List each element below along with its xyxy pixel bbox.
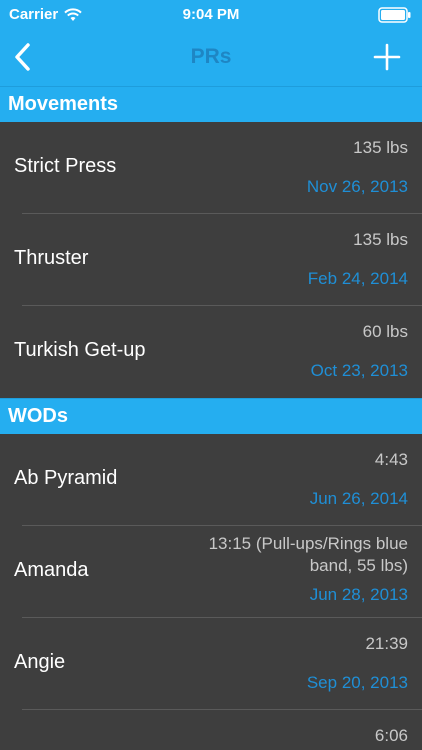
row-value: 135 lbs bbox=[353, 230, 408, 249]
row-name: Thruster bbox=[14, 247, 89, 269]
status-time: 9:04 PM bbox=[182, 6, 240, 23]
row-name: Angie bbox=[14, 651, 66, 673]
row-name: Turkish Get-up bbox=[14, 339, 146, 361]
list-item[interactable]: 6:06 bbox=[0, 710, 422, 750]
row-date: Feb 24, 2014 bbox=[307, 269, 408, 288]
nav-bar: PRs bbox=[0, 30, 422, 86]
row-name: Amanda bbox=[14, 559, 89, 581]
status-bar: Carrier 9:04 PM bbox=[0, 0, 422, 30]
list-item[interactable]: Turkish Get-up 60 lbs Oct 23, 2013 bbox=[0, 306, 422, 398]
top-bar: Carrier 9:04 PM PRs bbox=[0, 0, 422, 86]
row-date: Sep 20, 2013 bbox=[306, 673, 408, 692]
back-button[interactable] bbox=[8, 40, 42, 74]
plus-icon bbox=[370, 43, 404, 78]
list-item[interactable]: Strict Press 135 lbs Nov 26, 2013 bbox=[0, 122, 422, 214]
row-value: 60 lbs bbox=[362, 322, 408, 341]
section-header-movements: Movements bbox=[0, 86, 422, 122]
row-value: 13:15 (Pull-ups/Rings blue band, 55 lbs) bbox=[208, 534, 408, 575]
row-date: Jun 26, 2014 bbox=[309, 489, 408, 508]
page-title: PRs bbox=[190, 45, 232, 68]
row-name: Strict Press bbox=[14, 155, 117, 177]
add-button[interactable] bbox=[370, 40, 404, 74]
battery-icon bbox=[378, 7, 412, 27]
row-value: 4:43 bbox=[374, 450, 408, 469]
row-date: Nov 26, 2013 bbox=[306, 177, 408, 196]
section-header-wods: WODs bbox=[0, 398, 422, 434]
list-item[interactable]: Thruster 135 lbs Feb 24, 2014 bbox=[0, 214, 422, 306]
chevron-left-icon bbox=[8, 43, 42, 78]
list-item[interactable]: Amanda 13:15 (Pull-ups/Rings blue band, … bbox=[0, 526, 422, 618]
row-value: 21:39 bbox=[365, 634, 408, 653]
row-value: 6:06 bbox=[374, 726, 408, 745]
list-item[interactable]: Ab Pyramid 4:43 Jun 26, 2014 bbox=[0, 434, 422, 526]
row-name: Ab Pyramid bbox=[14, 467, 118, 489]
row-date: Oct 23, 2013 bbox=[310, 361, 408, 380]
row-value: 135 lbs bbox=[353, 138, 408, 157]
row-date: Jun 28, 2013 bbox=[309, 585, 408, 604]
list-item[interactable]: Angie 21:39 Sep 20, 2013 bbox=[0, 618, 422, 710]
